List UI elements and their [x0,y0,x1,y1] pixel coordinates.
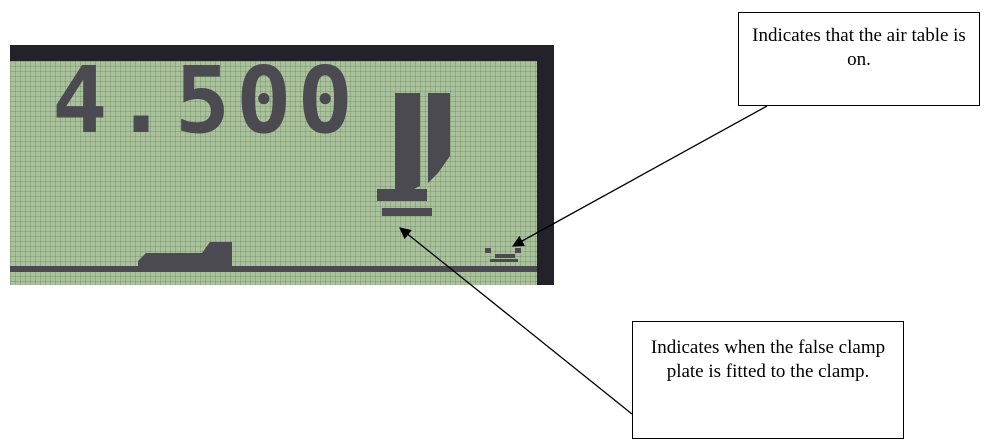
false-clamp-plate-icon [382,208,432,216]
clamp-icon [377,93,450,201]
lcd-screen: 4.500 [10,55,537,285]
lcd-graphics [10,93,537,272]
air-table-icon [485,248,521,262]
callout-false-clamp-plate: Indicates when the false clamp plate is … [632,321,904,439]
lcd-baseline [10,266,537,272]
callout-air-table: Indicates that the air table is on. [738,12,980,106]
lcd-bezel: 4.500 [10,45,554,285]
table-profile-icon [138,242,232,266]
